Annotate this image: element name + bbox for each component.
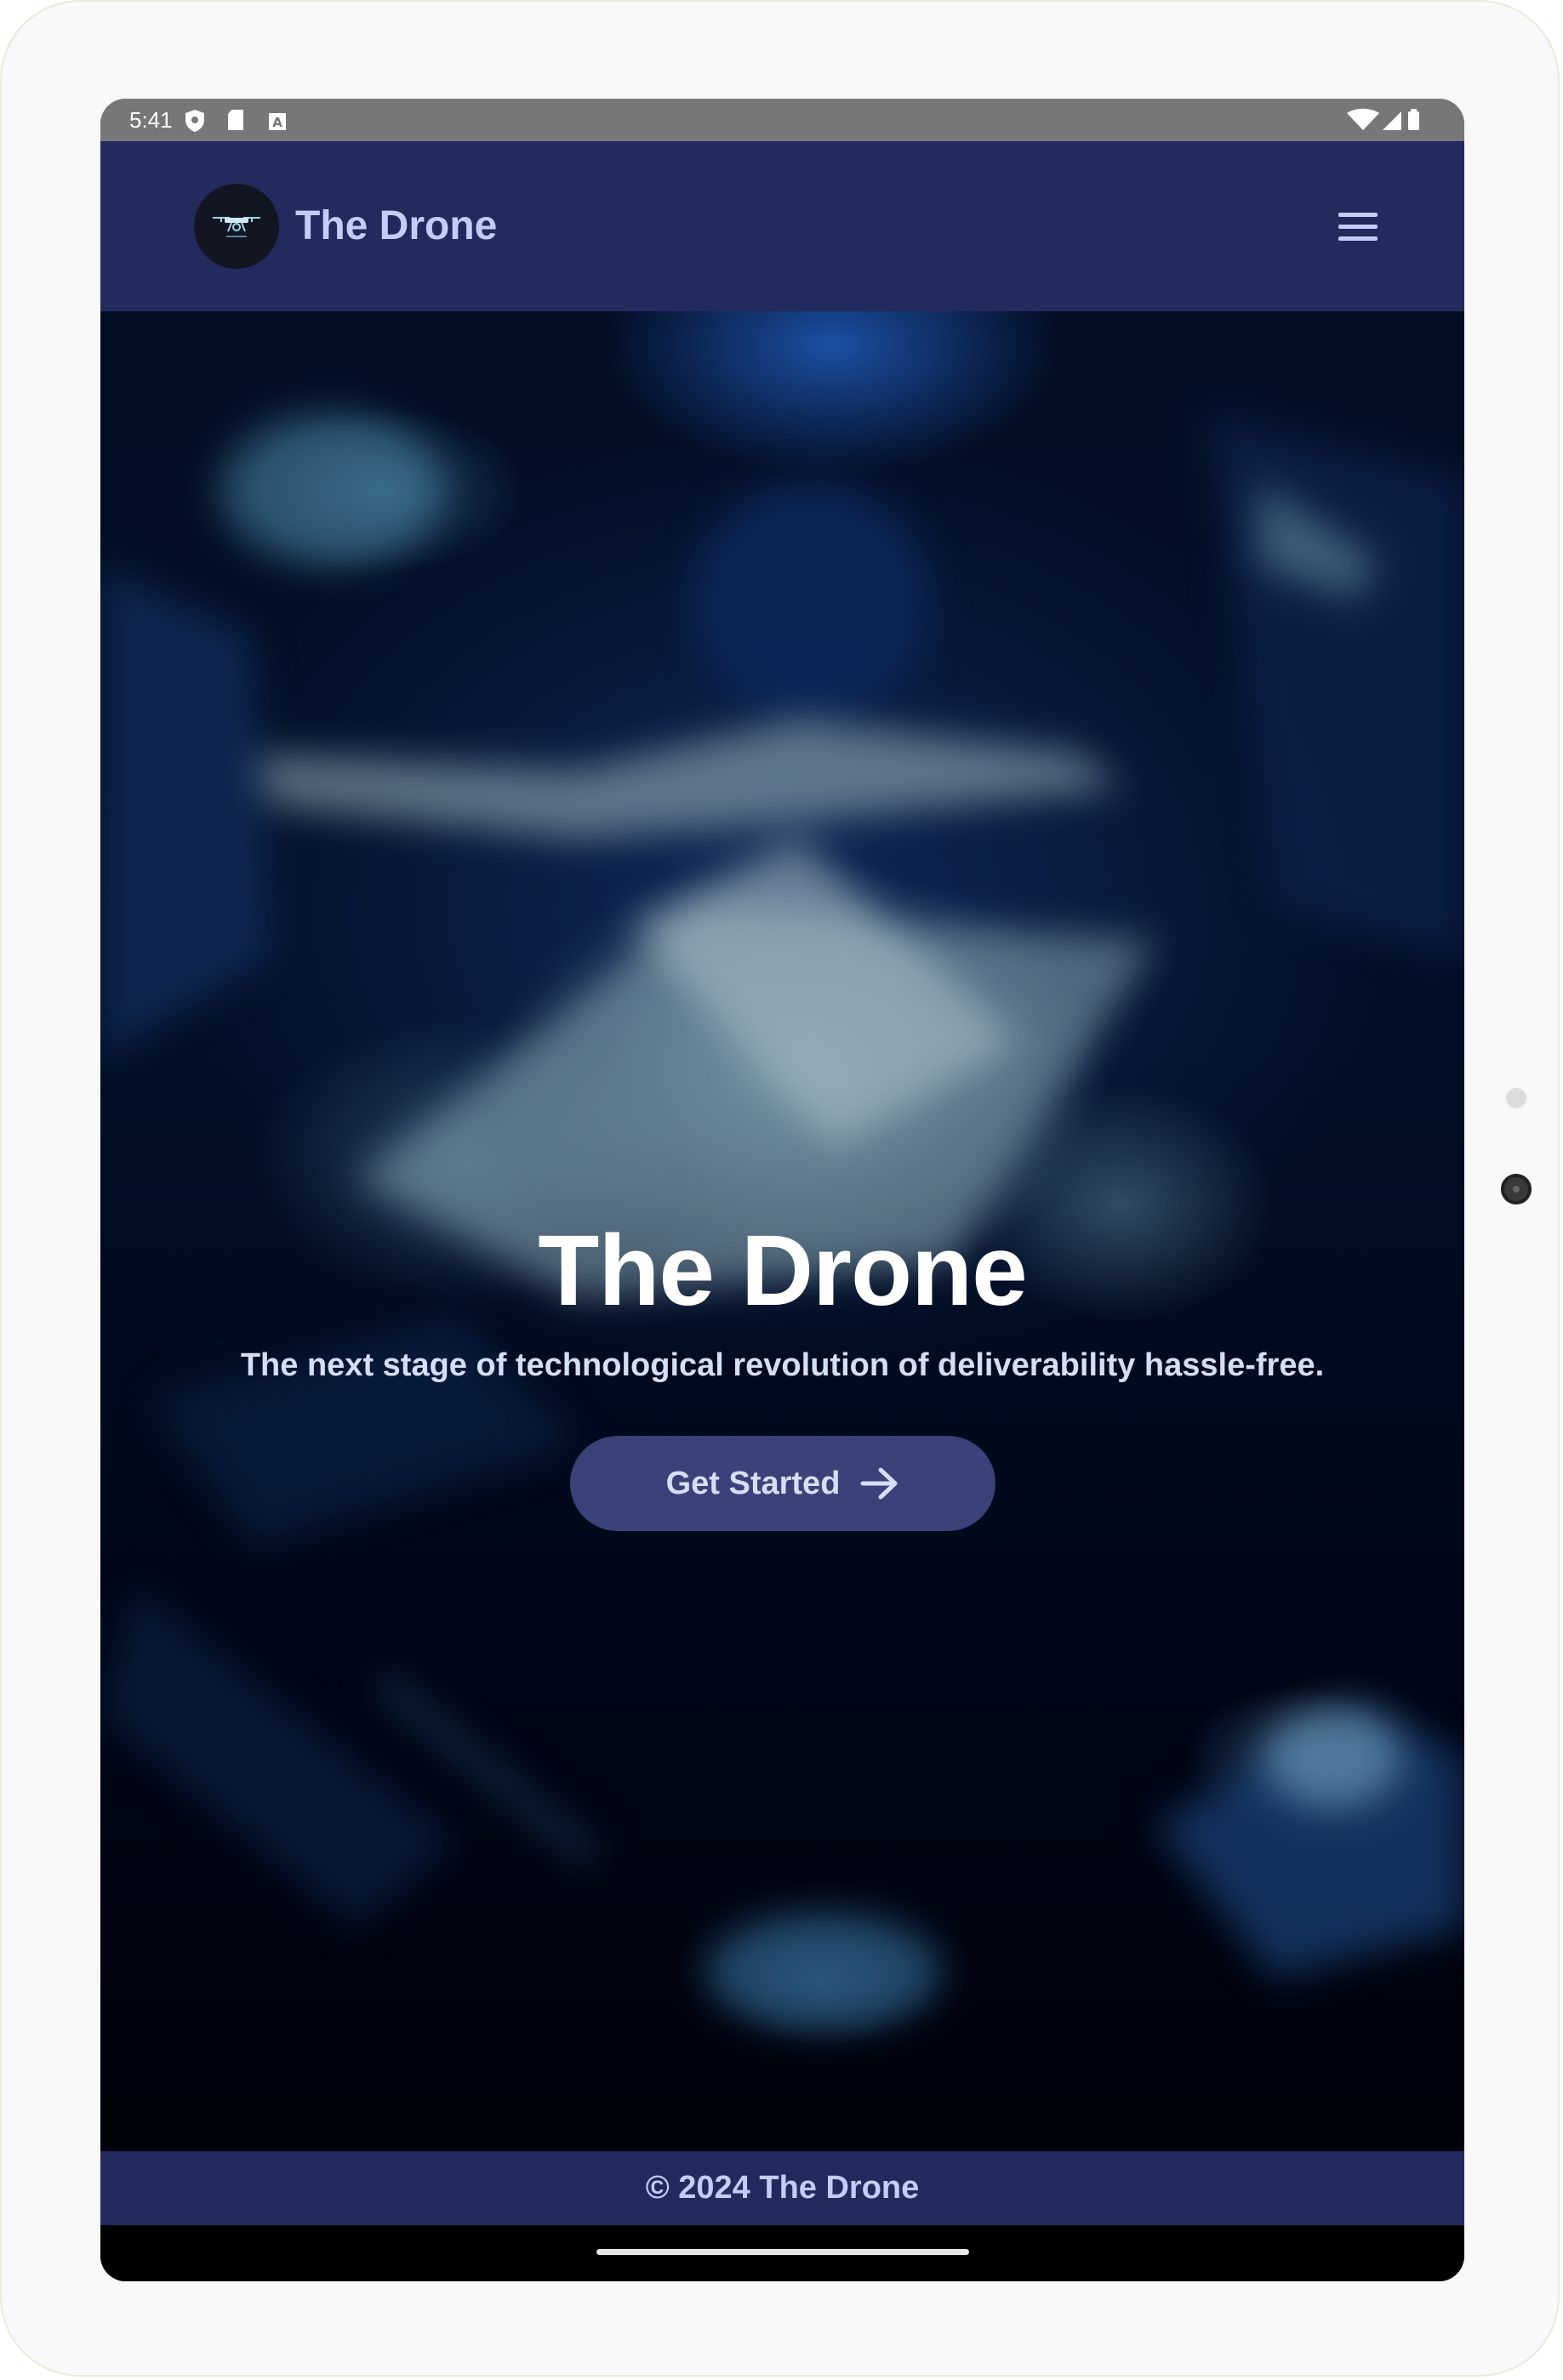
- footer-copyright: © 2024 The Drone: [645, 2170, 920, 2206]
- side-camera-icon: [1501, 1174, 1532, 1204]
- shield-icon: [184, 109, 206, 139]
- status-right-icons: [1345, 108, 1422, 138]
- hamburger-menu-icon[interactable]: [1336, 204, 1380, 248]
- sd-card-icon: [226, 109, 245, 137]
- status-bar: 5:41 A: [100, 99, 1464, 141]
- hero-subtitle: The next stage of technological revoluti…: [240, 1347, 1325, 1383]
- get-started-button[interactable]: Get Started: [570, 1436, 995, 1531]
- hero-section: The Drone The next stage of technologica…: [100, 311, 1464, 2151]
- brand-logo[interactable]: [194, 184, 279, 269]
- cell-signal-icon: [1383, 111, 1401, 130]
- footer: © 2024 The Drone: [100, 2151, 1464, 2225]
- battery-icon: [1408, 109, 1419, 130]
- drone-icon: [213, 217, 260, 237]
- app-bar: The Drone: [100, 141, 1464, 311]
- brand-title[interactable]: The Drone: [295, 202, 497, 249]
- side-sensor-dot: [1506, 1088, 1526, 1108]
- arrow-right-icon: [860, 1467, 898, 1500]
- get-started-label: Get Started: [665, 1465, 841, 1501]
- hero-title: The Drone: [538, 1215, 1028, 1327]
- wifi-icon: [1347, 108, 1379, 130]
- device-screen: 5:41 A The Drone The Drone The next stag…: [100, 99, 1464, 2281]
- svg-text:A: A: [272, 115, 282, 130]
- status-time: 5:41: [129, 107, 173, 133]
- text-a-icon: A: [268, 111, 287, 137]
- home-indicator[interactable]: [596, 2249, 969, 2255]
